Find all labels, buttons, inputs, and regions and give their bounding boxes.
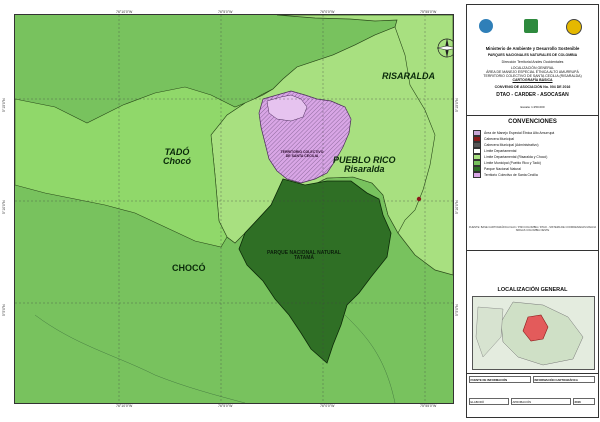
coord-left-3: 5°5'0"N: [2, 304, 6, 316]
legend-item-label: Cabecera Municipal: [484, 136, 514, 141]
pnn-logo-icon: [524, 19, 538, 33]
direction-title: Dirección Territorial Andes Occidentales: [501, 60, 564, 64]
legend-item-label: Territorio Colectivo de Santa Cecilia: [484, 172, 538, 177]
coord-bottom-1: 76°10'0"W: [116, 404, 133, 408]
label-choco: CHOCÓ: [172, 263, 206, 273]
label-risaralda: RISARALDA: [382, 71, 435, 81]
footer-fuente: FUENTE DE INFORMACIÓN: [469, 376, 531, 383]
legend-item: Cabecera Municipal (Administrativo): [473, 141, 539, 148]
legend-swatch: [473, 171, 481, 178]
coord-top-2: 76°5'0"W: [218, 10, 233, 14]
legend-item-label: Límite Departamental: [484, 148, 517, 153]
coord-top-1: 76°10'0"W: [116, 10, 133, 14]
pnn-title: PARQUES NACIONALES NATURALES DE COLOMBIA: [487, 53, 578, 57]
legend-box: CONVENCIONES Área de Manejo Especial Étn…: [467, 116, 598, 251]
footer-elaboro: ELABORÓ: [469, 398, 509, 405]
footer-info: INFORMACIÓN CARTOGRÁFICA: [533, 376, 595, 383]
map-sheet: RISARALDA TADÓ Chocó PUEBLO RICO Risaral…: [0, 0, 600, 422]
legend-item-label: Área de Manejo Especial Étnica Alto Amur…: [484, 130, 555, 135]
coord-bottom-4: 75°55'0"W: [420, 404, 437, 408]
coord-left-2: 5°10'0"N: [2, 200, 6, 214]
cabecera-municipal: [416, 196, 422, 202]
label-pueblo-rico: PUEBLO RICO Risaralda: [333, 155, 396, 175]
legend-item: Límite Departamental: [473, 147, 517, 154]
footer-box: FUENTE DE INFORMACIÓN INFORMACIÓN CARTOG…: [467, 374, 598, 417]
coord-bottom-3: 76°0'0"W: [320, 404, 335, 408]
ministry-title: Ministerio de Ambiente y Desarrollo Sost…: [485, 46, 580, 51]
title-panel: Ministerio de Ambiente y Desarrollo Sost…: [466, 4, 599, 418]
header-box: Ministerio de Ambiente y Desarrollo Sost…: [467, 5, 598, 116]
scale-label: Escala: 1:250.000: [520, 105, 545, 109]
location-box: LOCALIZACIÓN GENERAL: [467, 251, 598, 374]
label-territorio-colectivo: TERRITORIO COLECTIVO DE SANTA CECILIA: [280, 150, 324, 158]
inset-map-canvas: [473, 297, 594, 369]
legend-item: Cabecera Municipal: [473, 135, 514, 142]
ministry-logo-icon: [479, 19, 493, 33]
legend-item-label: Parque Nacional Natural: [484, 166, 521, 171]
coord-top-3: 76°0'0"W: [320, 10, 335, 14]
asocasan-logo-icon: [566, 19, 582, 35]
coord-right-2: 5°10'0"N: [455, 200, 459, 214]
cartography-label: CARTOGRAFÍA BÁSICA: [512, 78, 553, 82]
org-title: DTAO - CARDER - ASOCASAN: [496, 92, 569, 98]
legend-item: Límite Departamental (Risaralda y Chocó): [473, 153, 548, 160]
legend-item: Territorio Colectivo de Santa Cecilia: [473, 171, 538, 178]
inset-map[interactable]: [472, 296, 595, 370]
legend-notes: FUENTE: BASE CARTOGRÁFICA IGAC / PNN COL…: [468, 226, 597, 233]
legend-item-label: Límite Departamental (Risaralda y Chocó): [484, 154, 548, 159]
coord-left-1: 5°15'0"N: [2, 98, 6, 112]
label-tado: TADÓ Chocó: [163, 147, 191, 167]
legend-title: CONVENCIONES: [508, 119, 557, 125]
legend-item: Parque Nacional Natural: [473, 165, 521, 172]
label-pnn-tatama: PARQUE NACIONAL NATURAL TATAMÁ: [267, 250, 341, 262]
main-map[interactable]: RISARALDA TADÓ Chocó PUEBLO RICO Risaral…: [14, 14, 454, 404]
legend-item-label: Cabecera Municipal (Administrativo): [484, 142, 539, 147]
coord-bottom-2: 76°5'0"W: [218, 404, 233, 408]
legend-item: Área de Manejo Especial Étnica Alto Amur…: [473, 129, 555, 136]
footer-aprobacion: APROBACIÓN: [511, 398, 571, 405]
convenio-label: CONVENIO DE ASOCIACIÓN No. 004 DE 2016: [494, 85, 571, 89]
coord-top-4: 75°55'0"W: [420, 10, 437, 14]
footer-year: 2016: [573, 398, 595, 405]
north-arrow-icon: [436, 38, 453, 58]
location-title: LOCALIZACIÓN GENERAL: [497, 287, 568, 293]
coord-right-3: 5°5'0"N: [455, 304, 459, 316]
coord-right-1: 5°15'0"N: [455, 98, 459, 112]
legend-item-label: Límite Municipal (Pueblo Rico y Tadó): [484, 160, 541, 165]
legend-item: Límite Municipal (Pueblo Rico y Tadó): [473, 159, 541, 166]
